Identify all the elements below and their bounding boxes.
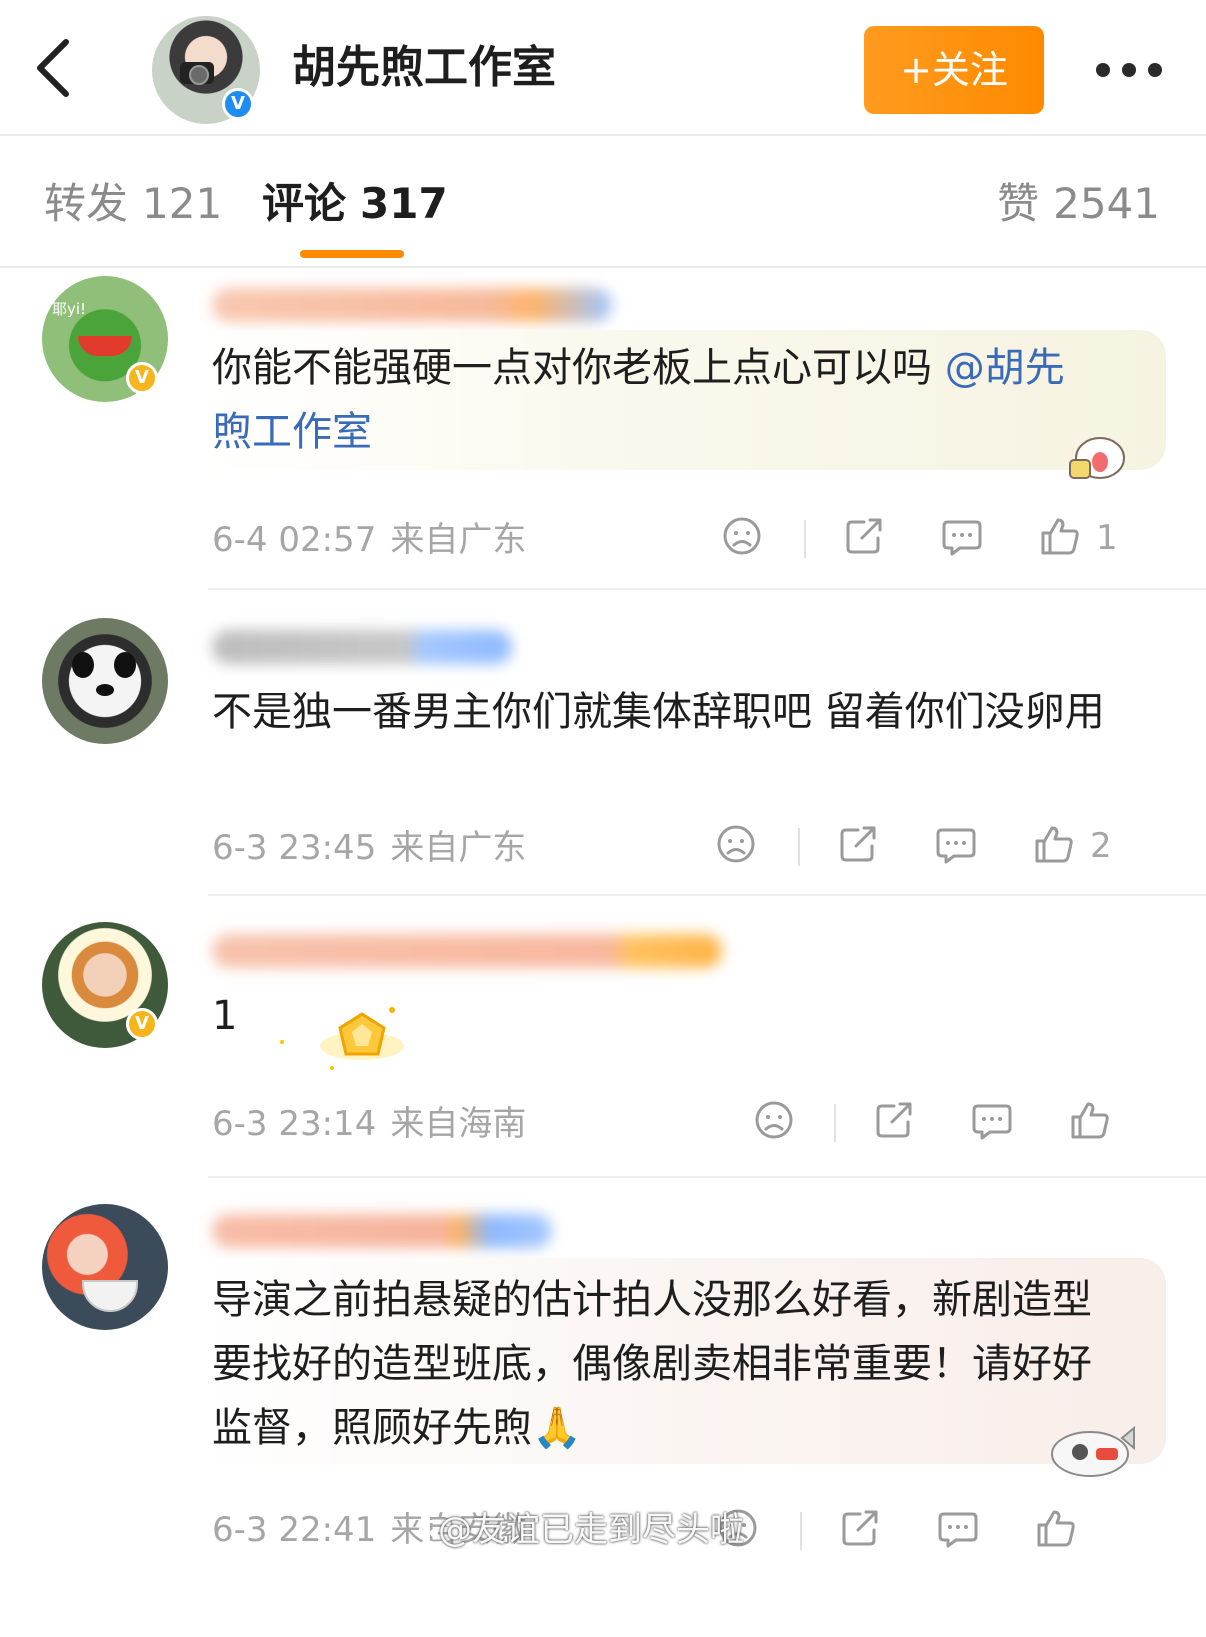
dislike-button[interactable]	[714, 822, 764, 872]
commenter-name-blurred[interactable]	[212, 934, 722, 968]
share-icon	[840, 826, 876, 862]
like-icon	[1037, 1510, 1075, 1547]
verified-badge-icon: V	[126, 1008, 158, 1040]
comment-actions	[752, 1098, 1172, 1148]
back-button[interactable]	[30, 36, 78, 100]
chevron-left-icon	[37, 39, 69, 97]
dislike-icon	[755, 1101, 793, 1139]
top-bar: V 胡先煦工作室 +关注	[0, 0, 1206, 136]
comment-item: 不是独一番男主你们就集体辞职吧 留着你们没卵用 6-3 23:45 来自广东 2	[0, 590, 1206, 896]
tab-like-label: 赞	[997, 179, 1040, 228]
tab-like[interactable]: 赞 2541	[997, 176, 1160, 232]
tab-comment-label: 评论	[262, 179, 347, 228]
like-icon	[1041, 518, 1079, 555]
tab-repost[interactable]: 转发 121	[44, 176, 222, 232]
more-dots-icon	[1096, 63, 1110, 77]
commenter-name-blurred[interactable]	[212, 288, 612, 322]
share-icon	[876, 1102, 912, 1138]
comment-meta: 6-4 02:57 来自广东	[212, 520, 527, 560]
comment-meta: 6-3 23:45 来自广东	[212, 828, 527, 868]
dislike-icon	[717, 825, 755, 863]
comment-item: V 1 6-3 23:14 来自海南	[0, 896, 1206, 1178]
commenter-avatar[interactable]	[42, 1204, 168, 1330]
comment-actions: 1	[720, 514, 1170, 564]
like-button[interactable]	[1038, 514, 1088, 564]
share-button[interactable]	[842, 514, 892, 564]
comment-actions	[716, 1506, 1166, 1556]
bunny-sticker-icon	[1066, 428, 1128, 484]
tab-repost-label: 转发	[44, 179, 129, 228]
reply-icon	[972, 1104, 1012, 1140]
verified-badge-icon: V	[222, 88, 254, 120]
like-count: 1	[1096, 518, 1118, 558]
reply-button[interactable]	[936, 1506, 986, 1556]
tab-comment-count: 317	[360, 179, 448, 228]
reply-button[interactable]	[970, 1098, 1020, 1148]
comment-item: 耶yi! V 你能不能强硬一点对你老板上点心可以吗 @胡先煦工作室 6-4 02…	[0, 268, 1206, 590]
like-button[interactable]	[1034, 1506, 1084, 1556]
reply-icon	[942, 520, 982, 556]
comment-text: 导演之前拍悬疑的估计拍人没那么好看，新剧造型要找好的造型班底，偶像剧卖相非常重要…	[212, 1277, 1092, 1451]
comment-item: 导演之前拍悬疑的估计拍人没那么好看，新剧造型要找好的造型班底，偶像剧卖相非常重要…	[0, 1178, 1206, 1637]
share-icon	[846, 518, 882, 554]
tab-like-count: 2541	[1053, 179, 1160, 228]
account-avatar[interactable]: V	[152, 16, 260, 124]
comment-meta: 6-3 23:14 来自海南	[212, 1104, 527, 1144]
account-name[interactable]: 胡先煦工作室	[292, 40, 556, 96]
tab-comment[interactable]: 评论 317	[262, 176, 448, 232]
share-button[interactable]	[836, 822, 886, 872]
share-button[interactable]	[872, 1098, 922, 1148]
dislike-button[interactable]	[720, 514, 770, 564]
camera-icon	[180, 62, 214, 85]
reply-button[interactable]	[934, 822, 984, 872]
commenter-avatar[interactable]	[42, 618, 168, 744]
tab-repost-count: 121	[142, 179, 223, 228]
like-button[interactable]	[1068, 1098, 1118, 1148]
avatar-caption: 耶yi!	[52, 300, 87, 318]
follow-button[interactable]: +关注	[864, 26, 1044, 114]
reply-button[interactable]	[940, 514, 990, 564]
like-button[interactable]	[1032, 822, 1082, 872]
share-icon	[842, 1510, 878, 1546]
tab-bar: 转发 121 评论 317 赞 2541	[0, 136, 1206, 268]
commenter-name-blurred[interactable]	[212, 1214, 552, 1248]
like-icon	[1071, 1102, 1109, 1139]
verified-badge-icon: V	[126, 362, 158, 394]
more-options-button[interactable]	[1096, 56, 1166, 84]
reply-icon	[938, 1512, 978, 1548]
comment-actions: 2	[714, 822, 1164, 872]
active-tab-indicator	[300, 250, 404, 258]
dislike-button[interactable]	[752, 1098, 802, 1148]
gold-badge-sticker-icon	[262, 996, 412, 1076]
share-button[interactable]	[838, 1506, 888, 1556]
reply-icon	[936, 828, 976, 864]
dislike-icon	[723, 517, 761, 555]
comment-text: 不是独一番男主你们就集体辞职吧 留着你们没卵用	[212, 689, 1105, 735]
watermark-text: @友谊已走到尽头啦	[438, 1510, 744, 1550]
comment-text: 你能不能强硬一点对你老板上点心可以吗 @胡先煦工作室	[212, 345, 1065, 455]
like-count: 2	[1090, 826, 1112, 866]
plane-sticker-icon	[1040, 1414, 1136, 1488]
commenter-name-blurred[interactable]	[212, 630, 512, 664]
like-icon	[1035, 826, 1073, 863]
